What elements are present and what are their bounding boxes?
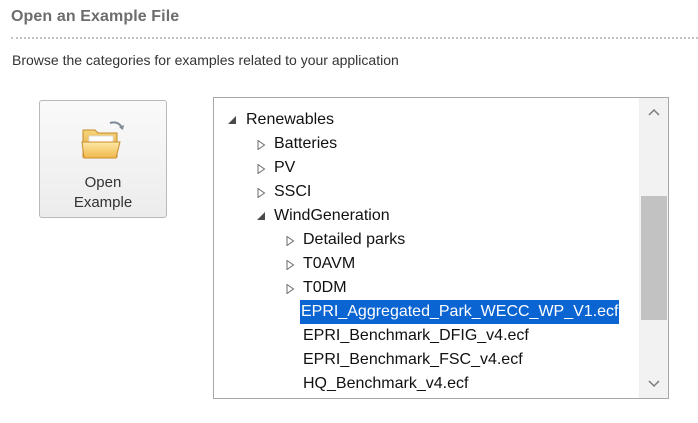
expanded-triangle-icon[interactable] — [228, 108, 242, 132]
example-tree[interactable]: Renewables Batteries PV SSCI WindGenerat… — [213, 97, 669, 399]
open-example-label: Open Example — [73, 174, 133, 211]
section-title: Open an Example File — [11, 8, 180, 25]
expanded-triangle-icon[interactable] — [257, 204, 271, 228]
collapsed-triangle-icon[interactable] — [257, 180, 271, 204]
tree-viewport: Renewables Batteries PV SSCI WindGenerat… — [214, 98, 640, 398]
scroll-down-button[interactable] — [640, 374, 668, 394]
open-example-button[interactable]: Open Example — [39, 100, 167, 218]
scroll-up-button[interactable] — [640, 102, 668, 122]
collapsed-triangle-icon[interactable] — [286, 228, 300, 252]
collapse-triangle-icon — [228, 98, 238, 99]
chevron-down-icon — [648, 380, 660, 388]
folder-open-icon — [81, 121, 124, 159]
section-description: Browse the categories for examples relat… — [12, 52, 399, 68]
scroll-thumb[interactable] — [641, 196, 667, 320]
collapsed-triangle-icon[interactable] — [257, 132, 271, 156]
collapsed-triangle-icon[interactable] — [286, 276, 300, 300]
title-divider — [11, 37, 698, 39]
open-example-panel: Open an Example File Browse the categori… — [0, 0, 698, 423]
chevron-up-icon — [648, 108, 660, 116]
collapsed-triangle-icon[interactable] — [286, 252, 300, 276]
vertical-scrollbar[interactable] — [639, 98, 668, 398]
collapsed-triangle-icon[interactable] — [257, 156, 271, 180]
